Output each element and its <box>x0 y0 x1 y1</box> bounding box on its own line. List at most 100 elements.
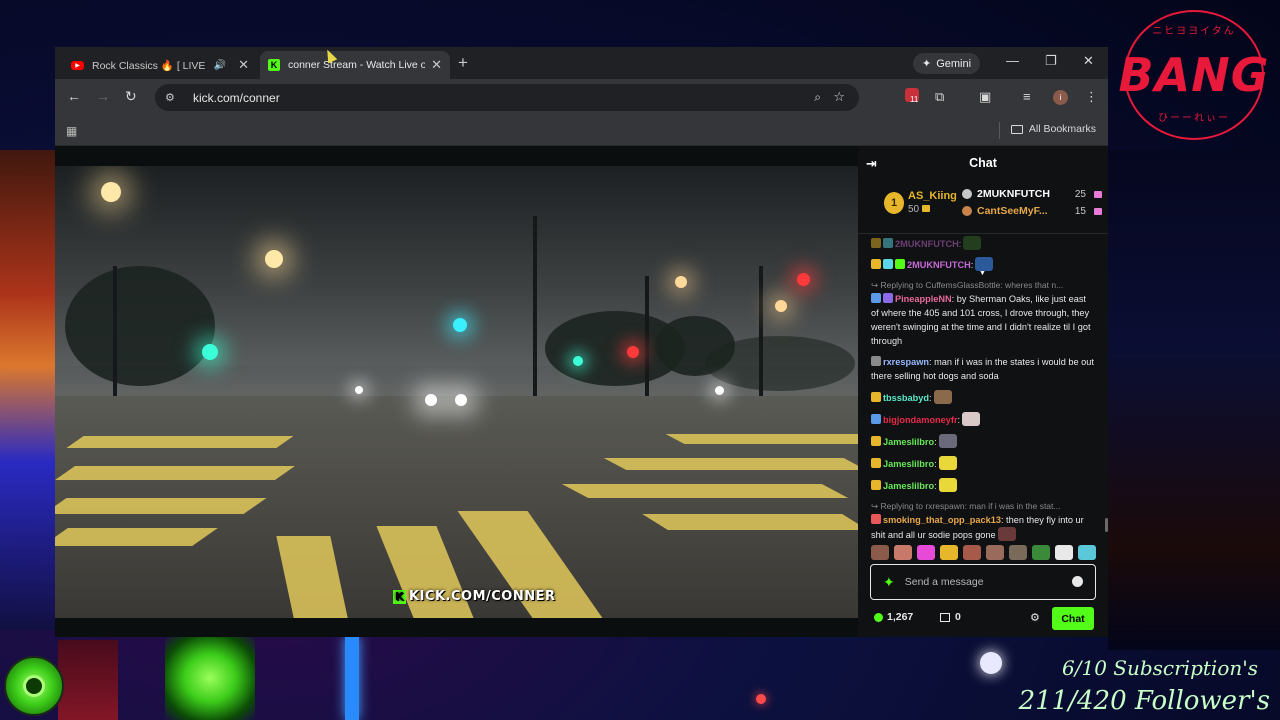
stream-video-player[interactable]: K KICK.COM/CONNER <box>55 166 858 618</box>
chat-text: : <box>928 393 932 403</box>
chat-username[interactable]: Jameslilbro <box>883 459 934 469</box>
background-light-spot <box>756 694 766 704</box>
reply-context[interactable]: ↪ Replying to CuffemsGlassBottle: wheres… <box>871 279 1096 291</box>
close-icon[interactable]: ✕ <box>431 57 442 73</box>
leaderboard-first-name[interactable]: AS_Kiing <box>908 190 957 202</box>
emote-icon <box>963 236 982 250</box>
site-info-icon[interactable]: ⚙ <box>165 91 185 104</box>
chat-username[interactable]: 2MUKNFUTCH <box>907 260 971 270</box>
follower-goal: 211/420 Follower's <box>1018 686 1270 716</box>
emoji-picker-icon[interactable] <box>1072 576 1083 587</box>
emote-icon[interactable] <box>1078 545 1096 560</box>
chat-input-field[interactable] <box>904 576 1055 588</box>
chat-username[interactable]: bigjondamoneyfr <box>883 415 958 425</box>
video-street-light <box>265 250 283 268</box>
emote-icon[interactable] <box>894 545 912 560</box>
extension-badge-count: 11 <box>910 95 919 104</box>
emote-icon[interactable] <box>1055 545 1073 560</box>
quick-emote-bar <box>871 545 1099 561</box>
chat-message: rxrespawn: man if i was in the states i … <box>871 355 1096 383</box>
extensions-puzzle-icon[interactable]: ⧉ <box>935 89 944 105</box>
gift-icon <box>1094 190 1102 198</box>
bookmarks-divider <box>999 122 1000 139</box>
chat-message-input[interactable]: ✦ <box>870 564 1096 600</box>
video-headlight <box>455 394 467 406</box>
background-neon-green <box>165 636 255 720</box>
badge-icon <box>883 259 893 269</box>
sparkle-icon: ✦ <box>922 58 932 70</box>
restore-icon[interactable]: ❐ <box>1045 53 1057 69</box>
emote-icon <box>975 257 994 271</box>
emote-icon[interactable] <box>1009 545 1027 560</box>
chat-text: : <box>934 437 937 447</box>
chat-message: smoking_that_opp_pack13: then they fly i… <box>871 513 1096 542</box>
tab-strip: ▶ Rock Classics 🔥 [ LIVE ] Ti 🔊 ✕ K conn… <box>55 47 1108 79</box>
chat-text: : <box>958 239 962 249</box>
gift-subs[interactable]: 0 <box>940 611 961 623</box>
chat-scrollbar[interactable] <box>1105 518 1108 532</box>
video-red-traffic-light <box>627 346 639 358</box>
tab-rock-classics[interactable]: ▶ Rock Classics 🔥 [ LIVE ] Ti 🔊 ✕ <box>63 51 257 79</box>
media-control-icon[interactable]: ≡ <box>1023 89 1031 104</box>
kick-icon: K <box>268 59 280 71</box>
extension-badge-icon[interactable]: 11 <box>905 88 919 104</box>
chat-username[interactable]: 2MUKNFUTCH <box>895 239 959 249</box>
chat-footer: 1,267 0 ⚙ Chat <box>858 604 1108 634</box>
speaker-icon[interactable]: 🔊 <box>214 60 226 71</box>
emote-icon[interactable] <box>986 545 1004 560</box>
bang-logo: ニヒヨヨイタん BANG ひーーれぃー <box>1119 10 1268 140</box>
chat-username[interactable]: Jameslilbro <box>883 481 934 491</box>
profile-avatar[interactable]: i <box>1053 90 1068 105</box>
minimize-icon[interactable]: — <box>1006 53 1019 68</box>
settings-gear-icon[interactable]: ⚙ <box>1030 611 1040 624</box>
chat-message: Jameslilbro: <box>871 456 1096 471</box>
chat-username[interactable]: tbssbabyd <box>883 393 929 403</box>
zoom-icon[interactable]: ⌕ <box>814 90 821 105</box>
apps-grid-icon[interactable]: ▦ <box>66 124 77 138</box>
all-bookmarks-button[interactable]: All Bookmarks <box>1010 123 1096 135</box>
leaderboard-third[interactable]: CantSeeMyF... 15 <box>962 205 1102 217</box>
close-icon[interactable]: ✕ <box>238 57 249 73</box>
leaderboard-second[interactable]: 2MUKNFUTCH 25 <box>962 188 1102 200</box>
send-chat-button[interactable]: Chat <box>1052 607 1094 630</box>
emote-icon[interactable] <box>1032 545 1050 560</box>
tab-conner-stream[interactable]: K conner Stream - Watch Live on ✕ <box>260 51 450 79</box>
video-street-light <box>775 300 787 312</box>
address-bar[interactable]: ⚙ kick.com/conner ⌕ ☆ <box>155 84 859 111</box>
video-headlight <box>425 394 437 406</box>
video-crosswalk-stripe <box>642 514 858 530</box>
bang-logo-text: BANG <box>1118 48 1270 102</box>
chat-message: Jameslilbro: <box>871 478 1096 493</box>
forward-arrow-icon[interactable]: → <box>96 88 110 104</box>
new-tab-button[interactable]: + <box>458 53 468 73</box>
emote-icon[interactable] <box>871 545 889 560</box>
sparkle-icon[interactable]: ✦ <box>883 574 895 591</box>
collapse-chat-icon[interactable]: ⇥ <box>866 156 877 172</box>
gemini-button[interactable]: ✦ Gemini <box>913 53 981 74</box>
gift-box-icon <box>940 612 950 622</box>
chat-username[interactable]: rxrespawn <box>883 357 929 367</box>
menu-dots-icon[interactable]: ⋮ <box>1085 89 1098 105</box>
cast-icon[interactable]: ▣ <box>979 89 991 105</box>
url-text[interactable]: kick.com/conner <box>193 91 280 105</box>
leaderboard-third-amount: 15 <box>1074 205 1086 217</box>
chat-username[interactable]: smoking_that_opp_pack13 <box>883 515 1001 525</box>
window-close-icon[interactable]: ✕ <box>1083 53 1094 69</box>
background-neon-blue <box>345 636 359 720</box>
reload-icon[interactable]: ↻ <box>125 88 137 105</box>
kick-page: K KICK.COM/CONNER ⇥ Chat 1 AS_Kiing 50 2… <box>55 146 1108 637</box>
video-crosswalk-stripe <box>66 436 294 448</box>
video-pole <box>533 216 537 396</box>
chat-username[interactable]: PineappleNN <box>895 294 952 304</box>
emote-icon[interactable] <box>963 545 981 560</box>
bang-emote-icon[interactable] <box>940 545 958 560</box>
video-headlight <box>715 386 724 395</box>
back-arrow-icon[interactable]: ← <box>67 88 81 104</box>
video-pole <box>113 266 117 416</box>
chat-username[interactable]: Jameslilbro <box>883 437 934 447</box>
channel-points[interactable]: 1,267 <box>874 611 913 623</box>
channel-points-value: 1,267 <box>887 611 914 623</box>
emote-icon[interactable] <box>917 545 935 560</box>
reply-context[interactable]: ↪ Replying to rxrespawn: man if i was in… <box>871 500 1096 512</box>
bookmark-star-icon[interactable]: ☆ <box>833 89 845 105</box>
